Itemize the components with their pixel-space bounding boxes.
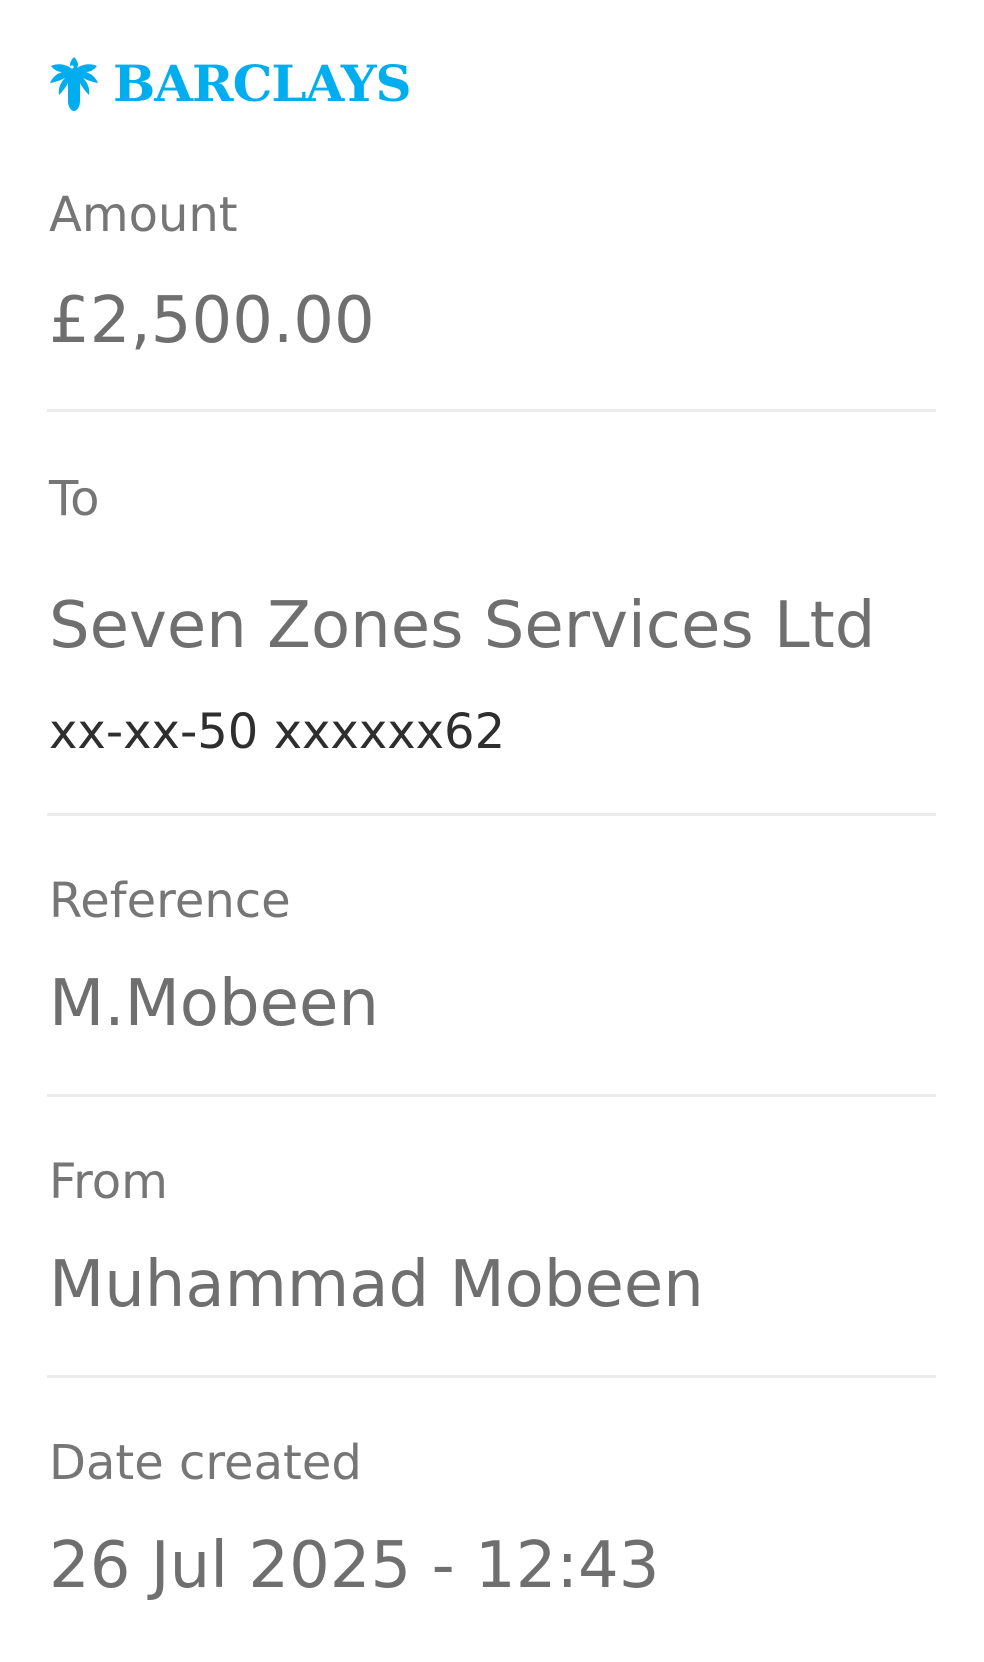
- amount-label: Amount: [49, 187, 238, 243]
- barclays-logo: BARCLAYS: [47, 54, 412, 114]
- payee-account-number: xx-xx-50 xxxxxx62: [49, 704, 506, 760]
- to-label: To: [49, 471, 100, 527]
- reference-label: Reference: [49, 873, 291, 929]
- payment-details-card: BARCLAYS Amount £2,500.00 To Seven Zones…: [0, 0, 984, 1662]
- divider: [47, 1375, 936, 1378]
- divider: [47, 813, 936, 816]
- divider: [47, 1094, 936, 1097]
- reference-value: M.Mobeen: [49, 967, 379, 1041]
- divider: [47, 409, 936, 412]
- date-created-label: Date created: [49, 1435, 362, 1491]
- payee-name: Seven Zones Services Ltd: [49, 589, 876, 663]
- brand-name: BARCLAYS: [113, 54, 412, 113]
- amount-value: £2,500.00: [49, 284, 375, 358]
- from-value: Muhammad Mobeen: [49, 1248, 704, 1322]
- date-created-value: 26 Jul 2025 - 12:43: [49, 1529, 660, 1603]
- from-label: From: [49, 1154, 168, 1210]
- eagle-icon: [47, 55, 101, 113]
